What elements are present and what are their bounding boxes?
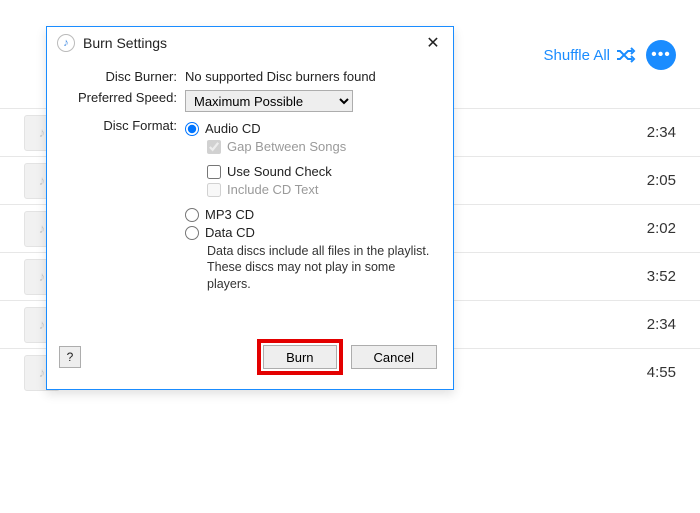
track-duration: 2:02 <box>647 220 676 237</box>
radio-audio-cd[interactable]: Audio CD <box>185 121 433 136</box>
radio-mp3-cd[interactable]: MP3 CD <box>185 207 433 222</box>
shuffle-all-label: Shuffle All <box>544 47 610 64</box>
checkbox-cd-text-label: Include CD Text <box>227 182 319 197</box>
more-menu-button[interactable]: ••• <box>646 40 676 70</box>
burn-highlight: Burn <box>257 339 342 375</box>
data-cd-note-1: Data discs include all files in the play… <box>207 243 433 259</box>
checkbox-cd-text-input[interactable] <box>207 183 221 197</box>
checkbox-gap-label: Gap Between Songs <box>227 139 346 154</box>
track-duration: 2:05 <box>647 172 676 189</box>
shuffle-icon <box>616 47 636 63</box>
shuffle-all-button[interactable]: Shuffle All <box>544 47 636 64</box>
dialog-title: Burn Settings <box>83 35 411 51</box>
help-icon: ? <box>67 350 74 364</box>
itunes-icon: ♪ <box>57 34 75 52</box>
dialog-content: Disc Burner: No supported Disc burners f… <box>47 59 453 329</box>
burn-button[interactable]: Burn <box>263 345 336 369</box>
help-button[interactable]: ? <box>59 346 81 368</box>
radio-data-cd-input[interactable] <box>185 226 199 240</box>
checkbox-sound-check-label: Use Sound Check <box>227 164 332 179</box>
checkbox-cd-text[interactable]: Include CD Text <box>207 182 433 197</box>
track-duration: 2:34 <box>647 124 676 141</box>
dialog-titlebar: ♪ Burn Settings ✕ <box>47 27 453 59</box>
dialog-buttons: ? Burn Cancel <box>47 329 453 389</box>
checkbox-sound-check-input[interactable] <box>207 165 221 179</box>
ellipsis-icon: ••• <box>651 47 671 63</box>
close-button[interactable]: ✕ <box>419 33 447 53</box>
disc-format-label: Disc Format: <box>67 118 185 292</box>
disc-burner-label: Disc Burner: <box>67 69 185 84</box>
cancel-button[interactable]: Cancel <box>351 345 437 369</box>
radio-data-cd-label: Data CD <box>205 225 255 240</box>
checkbox-sound-check[interactable]: Use Sound Check <box>207 164 433 179</box>
radio-audio-cd-input[interactable] <box>185 122 199 136</box>
track-duration: 2:34 <box>647 316 676 333</box>
checkbox-gap[interactable]: Gap Between Songs <box>207 139 433 154</box>
pref-speed-select[interactable]: Maximum Possible <box>185 90 353 112</box>
burn-settings-dialog: ♪ Burn Settings ✕ Disc Burner: No suppor… <box>46 26 454 390</box>
pref-speed-label: Preferred Speed: <box>67 90 185 112</box>
checkbox-gap-input[interactable] <box>207 140 221 154</box>
radio-data-cd[interactable]: Data CD <box>185 225 433 240</box>
close-icon: ✕ <box>426 35 439 52</box>
radio-mp3-cd-label: MP3 CD <box>205 207 254 222</box>
track-duration: 4:55 <box>647 364 676 381</box>
radio-mp3-cd-input[interactable] <box>185 208 199 222</box>
radio-audio-cd-label: Audio CD <box>205 121 261 136</box>
disc-burner-value: No supported Disc burners found <box>185 69 433 84</box>
data-cd-note-2: These discs may not play in some players… <box>207 259 433 292</box>
track-duration: 3:52 <box>647 268 676 285</box>
